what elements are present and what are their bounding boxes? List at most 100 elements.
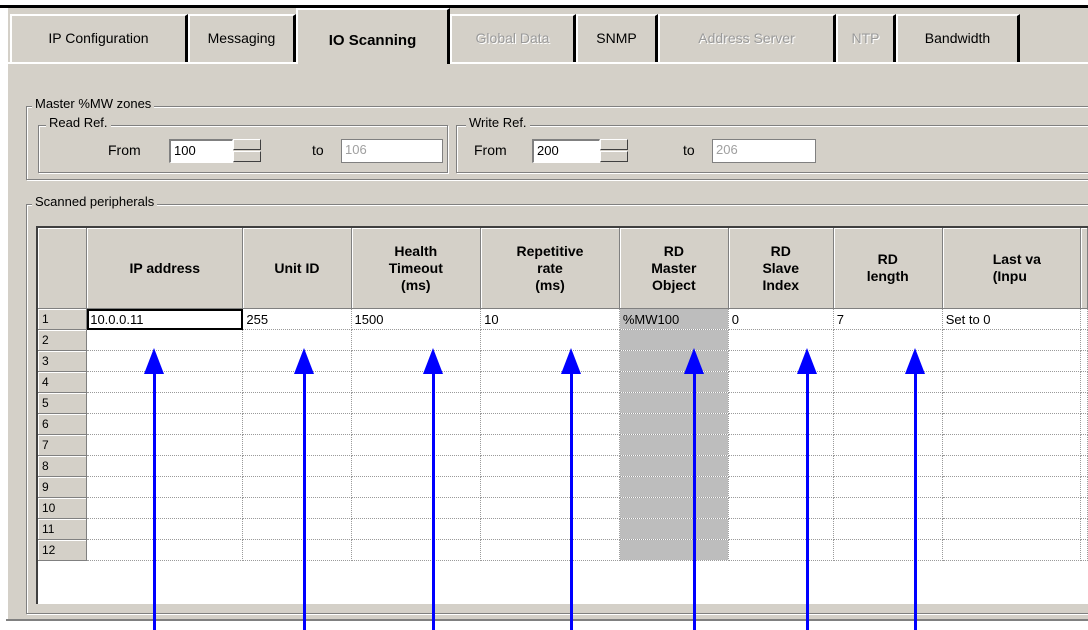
grid-cell[interactable] <box>480 413 620 435</box>
spin-up-icon[interactable] <box>233 139 261 150</box>
grid-cell[interactable] <box>86 455 244 477</box>
row-number[interactable]: 2 <box>38 329 88 351</box>
grid-cell[interactable] <box>242 518 352 540</box>
grid-cell[interactable] <box>242 539 352 561</box>
grid-cell[interactable] <box>619 413 729 435</box>
grid-cell[interactable] <box>942 539 1082 561</box>
grid-cell[interactable] <box>480 329 620 351</box>
grid-cell[interactable] <box>86 392 244 414</box>
grid-cell[interactable]: 10.0.0.11 <box>86 308 244 330</box>
grid-cell[interactable] <box>242 392 352 414</box>
table-row[interactable]: 11 <box>38 518 1088 540</box>
grid-cell[interactable] <box>242 476 352 498</box>
tab-ip-configuration[interactable]: IP Configuration <box>10 14 188 62</box>
grid-cell[interactable] <box>942 329 1082 351</box>
grid-cell[interactable] <box>728 497 834 519</box>
table-row[interactable]: 12 <box>38 539 1088 561</box>
grid-cell[interactable] <box>942 371 1082 393</box>
table-row[interactable]: 10 <box>38 497 1088 519</box>
grid-cell[interactable] <box>351 455 482 477</box>
grid-cell[interactable] <box>833 434 943 456</box>
tab-snmp[interactable]: SNMP <box>576 14 658 62</box>
row-number[interactable]: 3 <box>38 350 88 372</box>
grid-cell[interactable]: %MW100 <box>619 308 729 330</box>
row-number[interactable]: 6 <box>38 413 88 435</box>
grid-cell[interactable] <box>242 371 352 393</box>
spin-down-icon[interactable] <box>233 151 261 162</box>
grid-cell[interactable] <box>619 455 729 477</box>
grid-cell[interactable] <box>480 392 620 414</box>
grid-cell[interactable] <box>351 329 482 351</box>
grid-cell[interactable] <box>242 497 352 519</box>
col-header[interactable]: IP address <box>86 228 244 309</box>
grid-cell[interactable]: 1500 <box>351 308 482 330</box>
grid-cell[interactable] <box>942 350 1082 372</box>
table-row[interactable]: 7 <box>38 434 1088 456</box>
grid-cell[interactable] <box>619 497 729 519</box>
table-row[interactable]: 6 <box>38 413 1088 435</box>
row-number[interactable]: 4 <box>38 371 88 393</box>
grid-cell[interactable] <box>242 434 352 456</box>
grid-cell[interactable] <box>86 371 244 393</box>
grid-cell[interactable] <box>86 518 244 540</box>
grid-cell[interactable] <box>833 413 943 435</box>
grid-cell[interactable] <box>480 455 620 477</box>
peripherals-grid[interactable]: IP address Unit ID Health Timeout (ms) Rep… <box>36 226 1088 604</box>
grid-cell[interactable]: 7 <box>833 308 943 330</box>
grid-cell[interactable] <box>351 434 482 456</box>
table-row[interactable]: 1 10.0.0.11 255 1500 10 %MW100 0 7 Set to 0 <box>38 308 1088 330</box>
row-number[interactable]: 8 <box>38 455 88 477</box>
grid-cell[interactable] <box>86 476 244 498</box>
col-header[interactable]: RD Master Object <box>619 228 729 309</box>
row-number[interactable]: 7 <box>38 434 88 456</box>
row-number[interactable]: 9 <box>38 476 88 498</box>
col-header[interactable]: Health Timeout (ms) <box>351 228 482 309</box>
row-number[interactable]: 11 <box>38 518 88 540</box>
table-row[interactable]: 8 <box>38 455 1088 477</box>
grid-cell[interactable] <box>480 518 620 540</box>
grid-cell[interactable] <box>619 329 729 351</box>
grid-cell[interactable] <box>619 539 729 561</box>
grid-cell[interactable] <box>619 476 729 498</box>
grid-cell[interactable] <box>833 497 943 519</box>
grid-cell[interactable] <box>728 413 834 435</box>
tab-messaging[interactable]: Messaging <box>188 14 296 62</box>
grid-cell[interactable] <box>942 392 1082 414</box>
row-number[interactable]: 5 <box>38 392 88 414</box>
col-header[interactable]: RD Slave Index <box>728 228 834 309</box>
grid-cell[interactable] <box>619 350 729 372</box>
col-header[interactable]: RD length <box>833 228 943 309</box>
row-number[interactable]: 12 <box>38 539 88 561</box>
grid-cell[interactable] <box>242 455 352 477</box>
write-from-spinner[interactable] <box>600 139 628 163</box>
grid-cell[interactable] <box>728 350 834 372</box>
tab-io-scanning[interactable]: IO Scanning <box>296 8 450 64</box>
table-row[interactable]: 5 <box>38 392 1088 414</box>
grid-cell[interactable] <box>833 518 943 540</box>
grid-cell[interactable]: 10 <box>480 308 620 330</box>
grid-cell[interactable] <box>833 539 943 561</box>
grid-cell[interactable] <box>480 350 620 372</box>
grid-cell[interactable] <box>942 455 1082 477</box>
grid-cell[interactable] <box>833 455 943 477</box>
spin-up-icon[interactable] <box>600 139 628 150</box>
grid-cell[interactable] <box>351 350 482 372</box>
grid-cell[interactable] <box>833 371 943 393</box>
grid-cell[interactable] <box>351 497 482 519</box>
grid-cell[interactable] <box>480 434 620 456</box>
grid-cell[interactable] <box>480 539 620 561</box>
grid-cell[interactable] <box>86 350 244 372</box>
grid-cell[interactable] <box>619 371 729 393</box>
grid-cell[interactable] <box>619 392 729 414</box>
grid-cell[interactable] <box>833 329 943 351</box>
grid-cell[interactable]: Set to 0 <box>942 308 1082 330</box>
table-row[interactable]: 4 <box>38 371 1088 393</box>
col-header[interactable]: Last va (Inpu <box>942 228 1082 309</box>
grid-cell[interactable] <box>728 434 834 456</box>
grid-cell[interactable] <box>833 350 943 372</box>
read-from-input[interactable]: 100 <box>169 139 233 163</box>
grid-cell[interactable] <box>942 476 1082 498</box>
grid-cell[interactable] <box>728 539 834 561</box>
grid-cell[interactable]: 0 <box>728 308 834 330</box>
grid-cell[interactable] <box>480 371 620 393</box>
